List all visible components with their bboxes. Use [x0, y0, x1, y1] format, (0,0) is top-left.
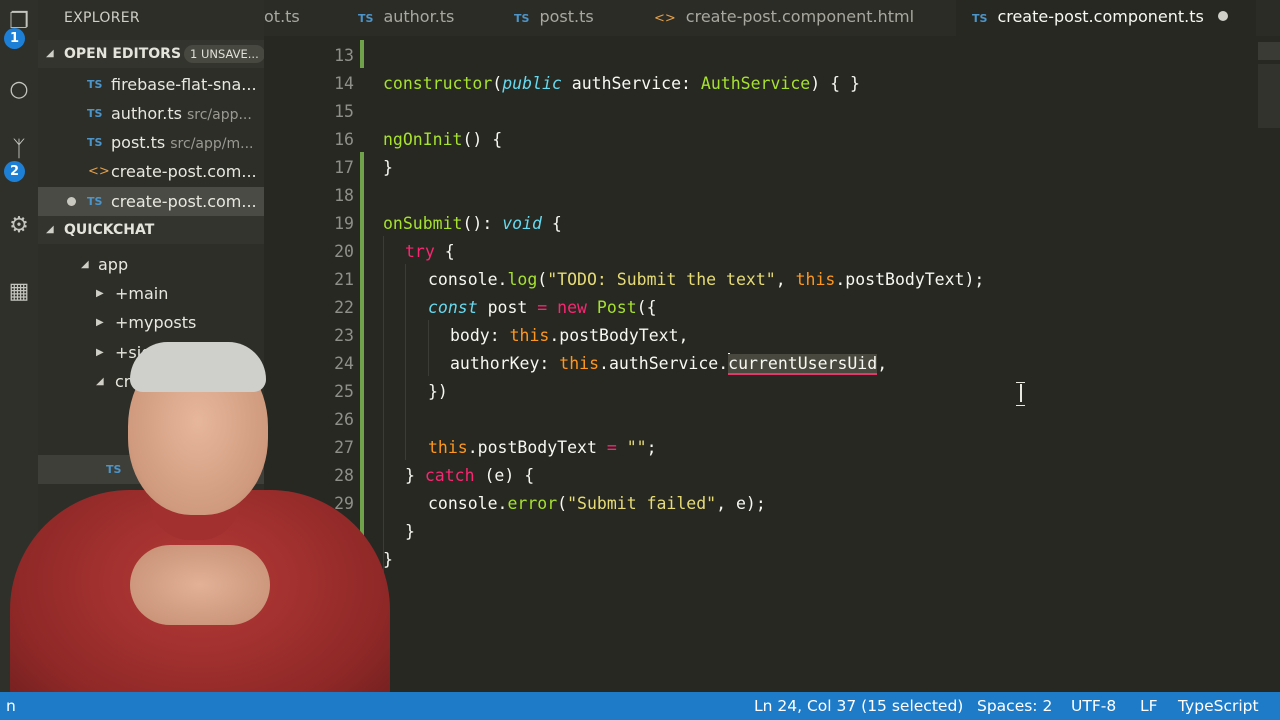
open-editor-item[interactable]: TS author.ts src/app...	[38, 99, 264, 128]
unsaved-badge: 1 UNSAVE...	[184, 45, 264, 63]
tab-post-ts[interactable]: TS post.ts	[514, 0, 634, 36]
line-number: 21	[334, 270, 354, 289]
code-line-22: const post = new Post({	[428, 298, 657, 317]
extensions-icon[interactable]: ▦	[0, 272, 38, 312]
open-editor-item[interactable]: <> create-post.com...	[38, 157, 264, 186]
tree-folder-main[interactable]: ▶ +main	[38, 279, 264, 308]
code-line-29: console.error("Submit failed", e);	[428, 494, 766, 513]
status-bar: n Ln 24, Col 37 (15 selected) Spaces: 2 …	[0, 692, 1280, 720]
presenter-hair	[130, 342, 266, 392]
minimap[interactable]	[1258, 64, 1280, 128]
eol-setting[interactable]: LF	[1140, 692, 1158, 720]
code-line-30: }	[405, 522, 415, 541]
diff-modified-marker	[360, 40, 364, 68]
typescript-file-icon: TS	[514, 12, 530, 25]
line-number: 20	[334, 242, 354, 261]
search-icon[interactable]: ○	[0, 70, 38, 110]
open-editor-name: post.ts	[111, 133, 166, 152]
line-number: 19	[334, 214, 354, 233]
line-number: 14	[334, 74, 354, 93]
code-line-19: onSubmit(): void {	[383, 214, 562, 233]
presenter-hands	[130, 545, 270, 625]
indentation-setting[interactable]: Spaces: 2	[977, 692, 1052, 720]
line-number: 17	[334, 158, 354, 177]
code-line-17: }	[383, 158, 393, 177]
code-line-20: try {	[405, 242, 455, 261]
open-editor-path: src/app...	[186, 107, 252, 123]
tab-create-post-ts-active[interactable]: TS create-post.component.ts	[956, 0, 1256, 36]
indent-guide	[428, 320, 429, 376]
open-editor-path: src/app/m...	[170, 136, 254, 152]
unsaved-dot-icon[interactable]	[1217, 11, 1228, 21]
open-editor-item[interactable]: TS firebase-flat-sna...	[38, 70, 264, 99]
tab-label: post.ts	[539, 7, 594, 26]
line-number: 22	[334, 298, 354, 317]
collapsed-triangle-icon: ▶	[96, 288, 104, 299]
minimap-viewport[interactable]	[1258, 42, 1280, 60]
status-left: n	[6, 697, 16, 715]
debug-icon[interactable]: ⚙	[0, 206, 38, 246]
open-editors-label: OPEN EDITORS	[64, 46, 182, 62]
typescript-file-icon: TS	[87, 136, 103, 149]
tab-create-post-html[interactable]: <> create-post.component.html	[654, 0, 944, 36]
collapse-triangle-icon: ◢	[46, 48, 54, 59]
presenter-video-overlay	[0, 330, 390, 692]
open-editor-name: create-post.com...	[111, 192, 257, 211]
code-line-16: ngOnInit() {	[383, 130, 503, 149]
tab-label: create-post.component.html	[685, 7, 915, 26]
encoding-setting[interactable]: UTF-8	[1071, 692, 1116, 720]
explorer-title: EXPLORER	[64, 10, 140, 26]
line-number: 18	[334, 186, 354, 205]
code-line-28: } catch (e) {	[405, 466, 535, 485]
typescript-file-icon: TS	[358, 12, 374, 25]
code-line-27: this.postBodyText = "";	[428, 438, 657, 457]
indent-guide	[405, 264, 406, 460]
code-line-24: authorKey: this.authService.currentUsers…	[450, 353, 888, 375]
html-file-icon: <>	[88, 164, 110, 179]
tree-item-name: app	[98, 255, 129, 274]
explorer-badge: 1	[4, 28, 25, 49]
typescript-file-icon: TS	[972, 12, 988, 25]
collapse-triangle-icon: ◢	[46, 224, 54, 235]
html-file-icon: <>	[654, 11, 676, 26]
code-line-14: constructor(public authService: AuthServ…	[383, 74, 860, 93]
selected-text: currentUsersUid	[728, 354, 878, 375]
code-line-23: body: this.postBodyText,	[450, 326, 689, 345]
line-number: 15	[334, 102, 354, 121]
project-section[interactable]: ◢ QUICKCHAT	[38, 216, 264, 244]
open-editor-name: firebase-flat-sna...	[111, 75, 257, 94]
code-line-25: })	[428, 382, 448, 401]
project-label: QUICKCHAT	[64, 222, 155, 238]
cursor-position[interactable]: Ln 24, Col 37 (15 selected)	[754, 692, 963, 720]
mouse-ibeam-cursor-icon	[1016, 382, 1025, 406]
unsaved-dot-icon[interactable]	[67, 197, 76, 206]
typescript-file-icon: TS	[87, 195, 103, 208]
tab-label: create-post.component.ts	[997, 7, 1204, 26]
tree-item-name: +main	[115, 284, 169, 303]
tree-folder-app[interactable]: ◢ app	[38, 250, 264, 279]
tab-author-ts[interactable]: TS author.ts	[358, 0, 498, 36]
tab-ot-ts[interactable]: ot.ts	[264, 0, 334, 36]
line-number: 16	[334, 130, 354, 149]
expanded-triangle-icon: ◢	[81, 259, 89, 270]
editor-tabs: ot.ts TS author.ts TS post.ts <> create-pos…	[264, 0, 1280, 36]
open-editor-name: author.ts	[111, 104, 182, 123]
code-line-21: console.log("TODO: Submit the text", thi…	[428, 270, 985, 289]
open-editor-item[interactable]: TS post.ts src/app/m...	[38, 128, 264, 157]
open-editors-section[interactable]: ◢ OPEN EDITORS 1 UNSAVE...	[38, 40, 264, 68]
language-mode[interactable]: TypeScript	[1178, 692, 1259, 720]
line-number: 13	[334, 46, 354, 65]
code-editor[interactable]: 131415161718192021222324252627282930 con…	[264, 40, 1280, 692]
typescript-file-icon: TS	[87, 78, 103, 91]
source-control-badge: 2	[4, 161, 25, 182]
tab-label: ot.ts	[264, 7, 300, 26]
open-editor-name: create-post.com...	[111, 162, 257, 181]
typescript-file-icon: TS	[87, 107, 103, 120]
tab-label: author.ts	[383, 7, 455, 26]
open-editor-item-active[interactable]: TS create-post.com...	[38, 187, 264, 216]
